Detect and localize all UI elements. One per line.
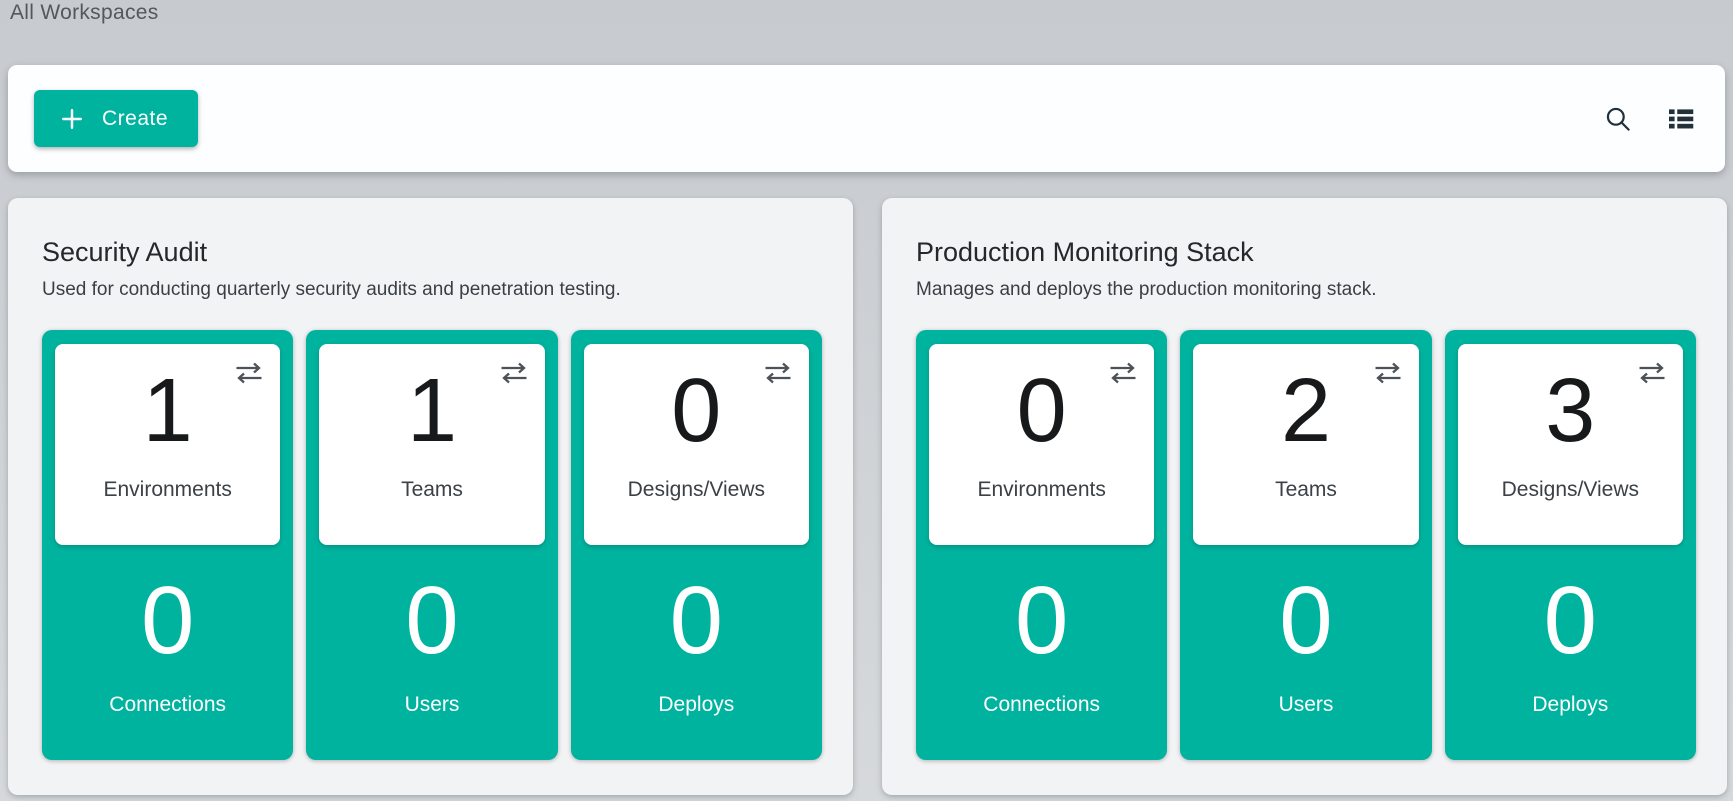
stat-count: 0 [141, 573, 194, 669]
stat-count: 0 [1279, 573, 1332, 669]
workspace-description: Used for conducting quarterly security a… [42, 279, 822, 301]
swap-horizontal-icon[interactable] [762, 362, 794, 384]
stat-count: 0 [405, 573, 458, 669]
stat-card-environments: 0 Environments 0 Connections [916, 330, 1167, 760]
stat-count: 1 [143, 366, 193, 456]
create-button-label: Create [102, 107, 168, 131]
stat-count: 0 [670, 573, 723, 669]
workspace-stats-row: 0 Environments 0 Connections 2 Teams [916, 330, 1696, 760]
workspace-description: Manages and deploys the production monit… [916, 279, 1696, 301]
stat-users-panel[interactable]: 0 Users [319, 545, 544, 717]
swap-horizontal-icon[interactable] [498, 362, 530, 384]
stat-label: Connections [983, 693, 1100, 717]
stat-count: 0 [1017, 366, 1067, 456]
stat-connections-panel[interactable]: 0 Connections [55, 545, 280, 717]
workspaces-toolbar: Create [8, 65, 1725, 172]
stat-count: 1 [407, 366, 457, 456]
stat-deploys-panel[interactable]: 0 Deploys [1458, 545, 1683, 717]
stat-card-environments: 1 Environments 0 Connections [42, 330, 293, 760]
stat-environments-panel[interactable]: 1 Environments [55, 344, 280, 545]
stat-card-designs-views: 0 Designs/Views 0 Deploys [571, 330, 822, 760]
workspaces-grid: Security Audit Used for conducting quart… [8, 198, 1727, 795]
create-workspace-button[interactable]: Create [34, 90, 198, 147]
stat-count: 0 [671, 366, 721, 456]
swap-horizontal-icon[interactable] [233, 362, 265, 384]
stat-label: Connections [109, 693, 226, 717]
stat-count: 3 [1545, 366, 1595, 456]
swap-horizontal-icon[interactable] [1107, 362, 1139, 384]
stat-label: Environments [977, 478, 1105, 502]
stat-label: Designs/Views [1502, 478, 1639, 502]
stat-designs-views-panel[interactable]: 3 Designs/Views [1458, 344, 1683, 545]
search-icon[interactable] [1600, 101, 1635, 136]
stat-label: Deploys [1532, 693, 1608, 717]
stat-users-panel[interactable]: 0 Users [1193, 545, 1418, 717]
stat-teams-panel[interactable]: 1 Teams [319, 344, 544, 545]
workspace-stats-row: 1 Environments 0 Connections 1 Teams [42, 330, 822, 760]
stat-label: Users [1279, 693, 1334, 717]
stat-label: Designs/Views [628, 478, 765, 502]
stat-connections-panel[interactable]: 0 Connections [929, 545, 1154, 717]
stat-count: 0 [1015, 573, 1068, 669]
plus-icon [58, 105, 86, 133]
stat-label: Environments [103, 478, 231, 502]
workspace-card-production-monitoring-stack: Production Monitoring Stack Manages and … [882, 198, 1727, 795]
stat-environments-panel[interactable]: 0 Environments [929, 344, 1154, 545]
stat-label: Deploys [658, 693, 734, 717]
swap-horizontal-icon[interactable] [1372, 362, 1404, 384]
swap-horizontal-icon[interactable] [1636, 362, 1668, 384]
stat-teams-panel[interactable]: 2 Teams [1193, 344, 1418, 545]
stat-count: 0 [1544, 573, 1597, 669]
workspace-name: Security Audit [42, 238, 822, 268]
page-title: All Workspaces [10, 1, 159, 25]
workspace-name: Production Monitoring Stack [916, 238, 1696, 268]
toolbar-icon-group [1600, 101, 1699, 137]
list-view-icon[interactable] [1663, 101, 1699, 137]
stat-count: 2 [1281, 366, 1331, 456]
stat-label: Teams [401, 478, 463, 502]
stat-label: Teams [1275, 478, 1337, 502]
stat-card-teams: 2 Teams 0 Users [1180, 330, 1431, 760]
stat-designs-views-panel[interactable]: 0 Designs/Views [584, 344, 809, 545]
stat-deploys-panel[interactable]: 0 Deploys [584, 545, 809, 717]
stat-card-teams: 1 Teams 0 Users [306, 330, 557, 760]
stat-card-designs-views: 3 Designs/Views 0 Deploys [1445, 330, 1696, 760]
workspace-card-security-audit: Security Audit Used for conducting quart… [8, 198, 853, 795]
stat-label: Users [405, 693, 460, 717]
